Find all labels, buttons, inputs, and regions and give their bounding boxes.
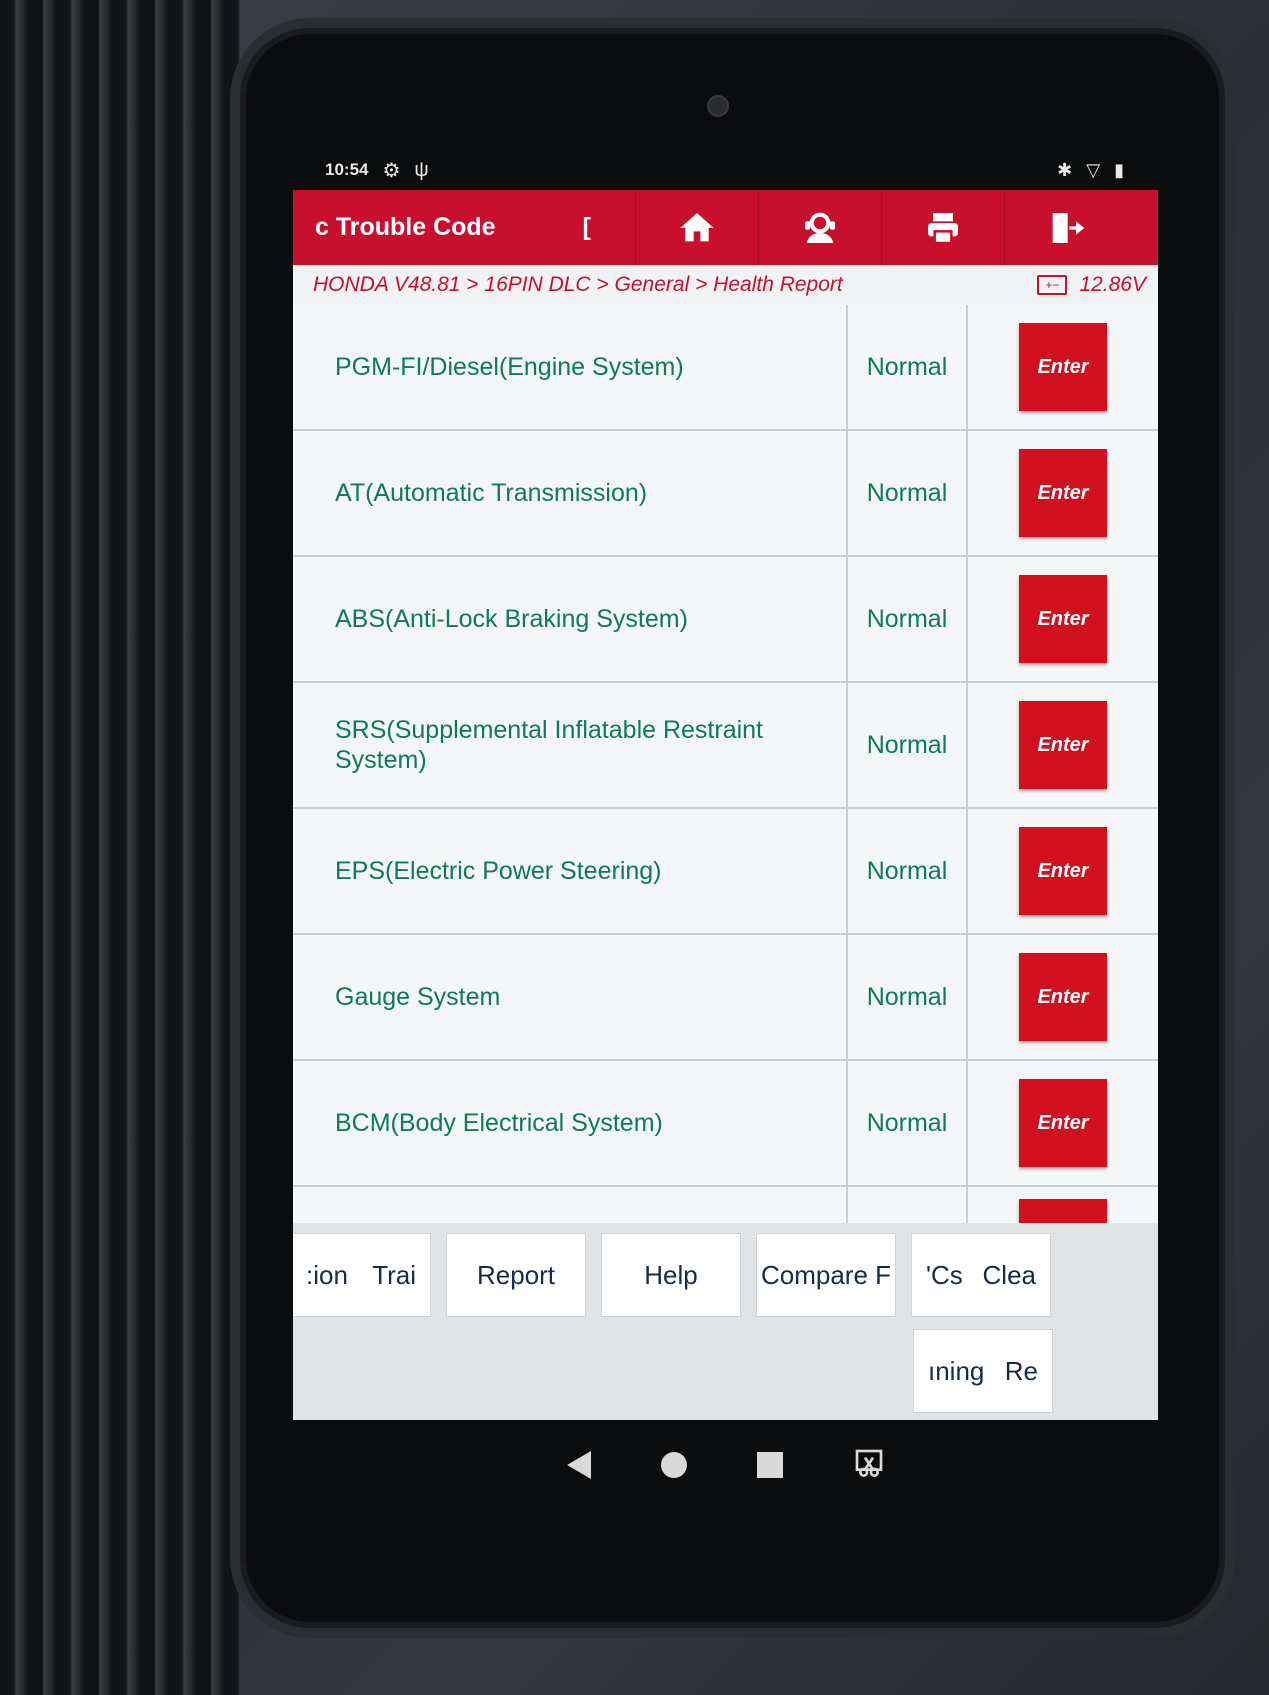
voltage-indicator: +− 12.86V: [1037, 273, 1146, 297]
voltage-value: 12.86V: [1079, 273, 1146, 296]
list-item: PGM-FI/Diesel(Engine System) Normal Ente…: [293, 305, 1158, 431]
status-time: 10:54: [325, 160, 369, 179]
settings-gear-icon: ⚙: [382, 159, 401, 182]
enter-button[interactable]: Enter: [1019, 1079, 1107, 1167]
system-name: EPS(Electric Power Steering): [293, 809, 848, 933]
list-item: Gauge System Normal Enter: [293, 935, 1158, 1061]
report-button[interactable]: Report: [446, 1233, 586, 1317]
enter-button[interactable]: Enter: [1019, 953, 1107, 1041]
list-item: ABS(Anti-Lock Braking System) Normal Ent…: [293, 557, 1158, 683]
enter-button[interactable]: Enter: [1019, 575, 1107, 663]
clear-dtcs-button[interactable]: 'Cs Clea: [911, 1233, 1051, 1317]
print-button[interactable]: [881, 190, 1004, 265]
page-title-text: c Trouble Code: [315, 213, 496, 241]
system-name: PGM-FI/Diesel(Engine System): [293, 305, 848, 429]
android-nav-bar: [293, 1420, 1158, 1510]
home-button[interactable]: [635, 190, 758, 265]
system-name: AT(Automatic Transmission): [293, 431, 848, 555]
page-title: c Trouble Code [: [293, 213, 635, 242]
enter-button[interactable]: Enter: [1019, 449, 1107, 537]
learning-button[interactable]: ıning Re: [913, 1329, 1053, 1413]
learning-label-left: ıning: [928, 1355, 985, 1386]
recent-apps-icon[interactable]: [756, 1452, 783, 1478]
clear-dtcs-label-left: 'Cs: [926, 1259, 963, 1290]
android-status-bar: 10:54 ⚙ ψ ✱ ▽ ▮: [293, 150, 1158, 190]
system-name: Gauge System: [293, 935, 848, 1059]
system-name: BCM(Body Electrical System): [293, 1061, 848, 1185]
clear-dtcs-label-right: Clea: [982, 1259, 1036, 1290]
status-icons-right: ✱ ▽ ▮: [1057, 160, 1124, 181]
battery-icon: ▮: [1114, 159, 1124, 180]
screenshot-icon[interactable]: [853, 1447, 885, 1484]
home-icon: [680, 212, 714, 241]
page-title-overflow: [: [582, 213, 591, 241]
system-status: Normal: [848, 683, 968, 807]
support-icon: [805, 212, 835, 243]
function-button-label-left: :ion: [306, 1259, 348, 1290]
system-status: Normal: [848, 809, 968, 933]
function-button-label-right: Trai: [372, 1259, 416, 1290]
system-status-partial: [848, 1187, 968, 1227]
car-battery-icon: +−: [1037, 275, 1068, 295]
tablet-screen: 10:54 ⚙ ψ ✱ ▽ ▮ c Trouble Code [ HONDA V…: [293, 150, 1158, 1420]
system-status: Normal: [848, 305, 968, 429]
home-circle-icon[interactable]: [660, 1452, 687, 1478]
list-item: AT(Automatic Transmission) Normal Enter: [293, 431, 1158, 557]
back-icon[interactable]: [566, 1451, 591, 1479]
function-button[interactable]: :ion Trai: [293, 1233, 431, 1317]
app-header: c Trouble Code [: [293, 190, 1158, 265]
system-name: ABS(Anti-Lock Braking System): [293, 557, 848, 681]
usb-debug-icon: ψ: [414, 158, 429, 181]
enter-button[interactable]: Enter: [1019, 701, 1107, 789]
system-list: PGM-FI/Diesel(Engine System) Normal Ente…: [293, 305, 1158, 1260]
enter-button[interactable]: Enter: [1019, 323, 1107, 411]
support-button[interactable]: [758, 190, 881, 265]
front-camera: [707, 95, 729, 117]
device-grip-ribs: [0, 0, 240, 1695]
breadcrumb-bar: HONDA V48.81 > 16PIN DLC > General > Hea…: [293, 265, 1158, 305]
learning-label-right: Re: [1004, 1355, 1038, 1386]
system-name: SRS(Supplemental Inflatable Restraint Sy…: [293, 683, 848, 807]
compare-button[interactable]: Compare F: [756, 1233, 896, 1317]
list-item: SRS(Supplemental Inflatable Restraint Sy…: [293, 683, 1158, 809]
system-status: Normal: [848, 431, 968, 555]
wifi-icon: ▽: [1086, 159, 1101, 180]
breadcrumb: HONDA V48.81 > 16PIN DLC > General > Hea…: [313, 273, 843, 296]
bluetooth-icon: ✱: [1057, 159, 1073, 180]
list-item: EPS(Electric Power Steering) Normal Ente…: [293, 809, 1158, 935]
system-status: Normal: [848, 557, 968, 681]
list-item: BCM(Body Electrical System) Normal Enter: [293, 1061, 1158, 1187]
system-name-partial: [293, 1187, 848, 1227]
help-button[interactable]: Help: [601, 1233, 741, 1317]
system-status: Normal: [848, 935, 968, 1059]
print-icon: [928, 212, 958, 244]
bottom-toolbar: :ion Trai Report Help Compare F 'Cs Clea…: [293, 1223, 1158, 1420]
exit-icon: [1052, 212, 1085, 243]
system-status: Normal: [848, 1061, 968, 1185]
enter-button[interactable]: Enter: [1019, 827, 1107, 915]
exit-button[interactable]: [1004, 190, 1127, 265]
